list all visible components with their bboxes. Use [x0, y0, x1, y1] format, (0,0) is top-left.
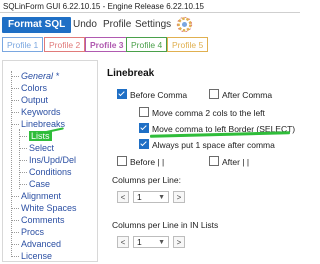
columns-per-line-select[interactable]: 1 ▼ — [133, 190, 169, 203]
tree-branch — [11, 88, 19, 89]
tree-branch — [19, 136, 27, 137]
checkbox-box[interactable] — [139, 107, 149, 117]
chevron-down-icon: ▼ — [158, 238, 165, 246]
before-pipe-checkbox[interactable]: Before | | — [117, 156, 164, 167]
tree-branch — [19, 184, 27, 185]
checkbox-box[interactable] — [117, 156, 127, 166]
decrement-button[interactable]: < — [117, 235, 129, 248]
move-comma-2-cols-checkbox[interactable]: Move comma 2 cols to the left — [139, 107, 265, 118]
tree-item-advanced[interactable]: Advanced — [21, 239, 61, 249]
after-pipe-checkbox[interactable]: After | | — [209, 156, 249, 167]
tree-item-keywords[interactable]: Keywords — [21, 107, 61, 117]
tree-branch — [19, 172, 27, 173]
tree-branch — [11, 112, 19, 113]
settings-menu[interactable]: Settings — [135, 17, 171, 33]
checkbox-box[interactable] — [209, 156, 219, 166]
tree-branch — [11, 256, 19, 257]
tree-connector — [19, 129, 20, 189]
tree-branch — [11, 100, 19, 101]
after-comma-checkbox[interactable]: After Comma — [209, 89, 272, 100]
tree-item-general[interactable]: General * — [21, 71, 59, 81]
columns-per-line-in-lists-select[interactable]: 1 ▼ — [133, 235, 169, 248]
tree-item-white-spaces[interactable]: White Spaces — [21, 203, 77, 213]
undo-button[interactable]: Undo — [73, 17, 97, 33]
checkbox-label: Before Comma — [130, 90, 188, 100]
tree-branch — [11, 244, 19, 245]
profile-tabs: Profile 1 Profile 2 Profile 3 Profile 4 … — [2, 37, 298, 55]
checkbox-label: After Comma — [222, 90, 273, 100]
tab-profile-5[interactable]: Profile 5 — [167, 37, 209, 52]
tree-item-license[interactable]: License — [21, 251, 52, 261]
checkbox-box[interactable] — [117, 89, 127, 99]
tree-item-output[interactable]: Output — [21, 95, 48, 105]
checkbox-box[interactable] — [139, 139, 149, 149]
tab-profile-1[interactable]: Profile 1 — [2, 37, 44, 52]
tree-branch — [19, 148, 27, 149]
checkbox-label: After | | — [222, 157, 250, 167]
tree-item-select[interactable]: Select — [29, 143, 54, 153]
tree-branch — [11, 124, 19, 125]
format-sql-button[interactable]: Format SQL — [2, 17, 72, 33]
tab-profile-4[interactable]: Profile 4 — [126, 37, 168, 52]
increment-button[interactable]: > — [173, 190, 185, 203]
columns-per-line-label: Columns per Line: — [112, 175, 181, 185]
settings-tree: General * Colors Output Keywords Linebre… — [2, 60, 98, 262]
section-title: Linebreak — [107, 68, 155, 79]
linebreak-settings-panel: Linebreak Before Comma After Comma Move … — [100, 60, 298, 262]
menu-bar: Format SQL Undo Profile Settings — [0, 14, 300, 36]
tree-branch — [11, 232, 19, 233]
increment-button[interactable]: > — [173, 235, 185, 248]
columns-per-line-in-lists-label: Columns per Line in IN Lists — [112, 220, 219, 230]
tree-item-case[interactable]: Case — [29, 179, 50, 189]
tree-item-alignment[interactable]: Alignment — [21, 191, 61, 201]
columns-per-line-in-lists-stepper: < 1 ▼ > — [117, 235, 185, 248]
checkbox-box[interactable] — [139, 123, 149, 133]
tree-item-conditions[interactable]: Conditions — [29, 167, 72, 177]
columns-per-line-stepper: < 1 ▼ > — [117, 190, 185, 203]
tab-profile-3[interactable]: Profile 3 — [85, 37, 129, 52]
gear-icon[interactable] — [176, 16, 193, 33]
before-comma-checkbox[interactable]: Before Comma — [117, 89, 187, 100]
select-value: 1 — [137, 191, 142, 202]
decrement-button[interactable]: < — [117, 190, 129, 203]
chevron-down-icon: ▼ — [158, 193, 165, 201]
tree-branch — [19, 160, 27, 161]
checkbox-box[interactable] — [209, 89, 219, 99]
tab-profile-2[interactable]: Profile 2 — [44, 37, 86, 52]
tree-branch — [11, 76, 19, 77]
tree-item-procs[interactable]: Procs — [21, 227, 44, 237]
checkbox-label: Move comma 2 cols to the left — [152, 108, 265, 118]
select-value: 1 — [137, 236, 142, 247]
window-title: SQLinForm GUI 6.22.10.15 - Engine Releas… — [0, 0, 300, 13]
checkbox-label: Always put 1 space after comma — [152, 140, 275, 150]
always-space-after-comma-checkbox[interactable]: Always put 1 space after comma — [139, 139, 275, 150]
tree-item-comments[interactable]: Comments — [21, 215, 65, 225]
tree-item-ins-upd-del[interactable]: Ins/Upd/Del — [29, 155, 76, 165]
checkbox-label: Before | | — [130, 157, 165, 167]
profile-menu[interactable]: Profile — [103, 17, 131, 33]
tree-connector — [11, 71, 12, 257]
tree-branch — [11, 208, 19, 209]
tree-branch — [11, 196, 19, 197]
tree-branch — [11, 220, 19, 221]
tree-item-colors[interactable]: Colors — [21, 83, 47, 93]
